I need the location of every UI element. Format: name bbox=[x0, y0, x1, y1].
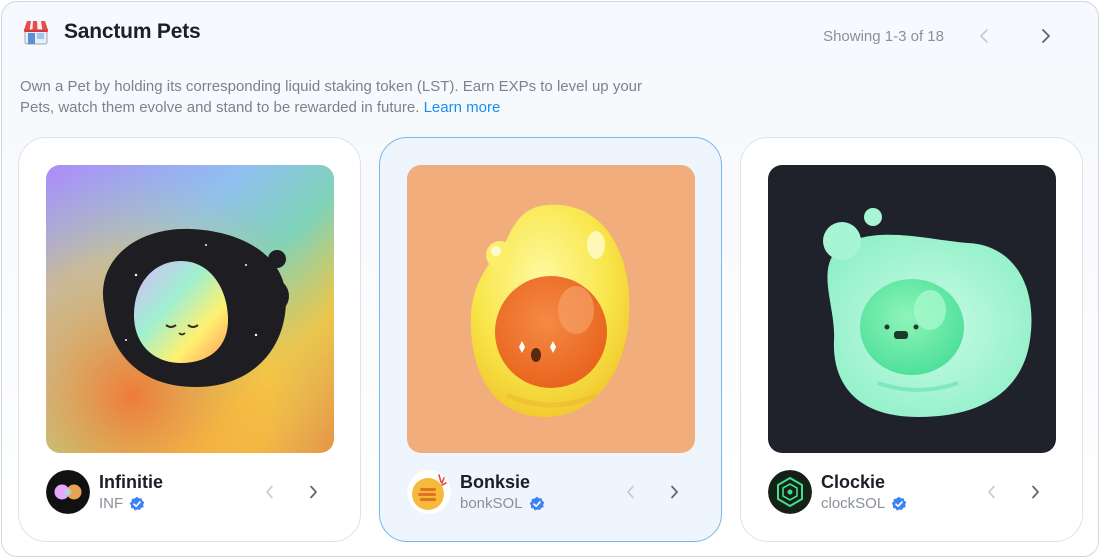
description: Own a Pet by holding its corresponding l… bbox=[20, 76, 660, 118]
token-symbol: bonkSOL bbox=[460, 495, 523, 512]
learn-more-link[interactable]: Learn more bbox=[424, 99, 501, 116]
chevron-right-icon bbox=[1031, 485, 1039, 499]
pet-token: bonkSOL bbox=[460, 495, 545, 512]
chevron-left-icon bbox=[626, 485, 634, 499]
prev-page-button[interactable] bbox=[972, 24, 996, 48]
pet-name: Clockie bbox=[821, 472, 886, 492]
description-text: Own a Pet by holding its corresponding l… bbox=[20, 78, 642, 116]
infinity-blob-art bbox=[46, 165, 334, 453]
verified-badge-icon bbox=[529, 496, 544, 511]
showing-count: Showing 1-3 of 18 bbox=[823, 27, 944, 45]
clock-token-avatar bbox=[768, 470, 812, 514]
header: Sanctum Pets Showing 1-3 of 18 bbox=[20, 16, 1078, 50]
prev-pet-button[interactable] bbox=[257, 480, 281, 504]
bonk-token-avatar bbox=[407, 470, 451, 514]
pet-token: INF bbox=[99, 495, 145, 512]
pagination: Showing 1-3 of 18 bbox=[823, 24, 1058, 48]
pet-name: Infinitie bbox=[99, 472, 163, 492]
page-title: Sanctum Pets bbox=[64, 20, 201, 43]
pet-token: clockSOL bbox=[821, 495, 907, 512]
next-page-button[interactable] bbox=[1034, 24, 1058, 48]
shop-icon bbox=[24, 21, 48, 45]
next-pet-button[interactable] bbox=[301, 480, 325, 504]
chevron-left-icon bbox=[265, 485, 273, 499]
sanctum-pets-panel: Sanctum Pets Showing 1-3 of 18 Own a Pet… bbox=[1, 1, 1099, 557]
chevron-right-icon bbox=[670, 485, 678, 499]
verified-badge-icon bbox=[129, 496, 145, 511]
next-pet-button[interactable] bbox=[662, 480, 686, 504]
bonk-blob-art bbox=[407, 165, 695, 453]
next-pet-button[interactable] bbox=[1023, 480, 1047, 504]
clock-blob-art bbox=[768, 165, 1056, 453]
pet-card-clockie[interactable]: Clockie clockSOL bbox=[740, 137, 1083, 542]
pet-card-bonksie[interactable]: Bonksie bonkSOL bbox=[379, 137, 722, 542]
inf-token-avatar bbox=[46, 470, 90, 514]
chevron-left-icon bbox=[980, 29, 988, 43]
pet-name: Bonksie bbox=[460, 472, 531, 492]
chevron-right-icon bbox=[1042, 29, 1050, 43]
prev-pet-button[interactable] bbox=[979, 480, 1003, 504]
token-symbol: INF bbox=[99, 495, 124, 512]
verified-badge-icon bbox=[892, 496, 907, 511]
token-symbol: clockSOL bbox=[821, 495, 886, 512]
chevron-right-icon bbox=[309, 485, 317, 499]
prev-pet-button[interactable] bbox=[618, 480, 642, 504]
chevron-left-icon bbox=[987, 485, 995, 499]
pet-card-infinitie[interactable]: Infinitie INF bbox=[18, 137, 361, 542]
